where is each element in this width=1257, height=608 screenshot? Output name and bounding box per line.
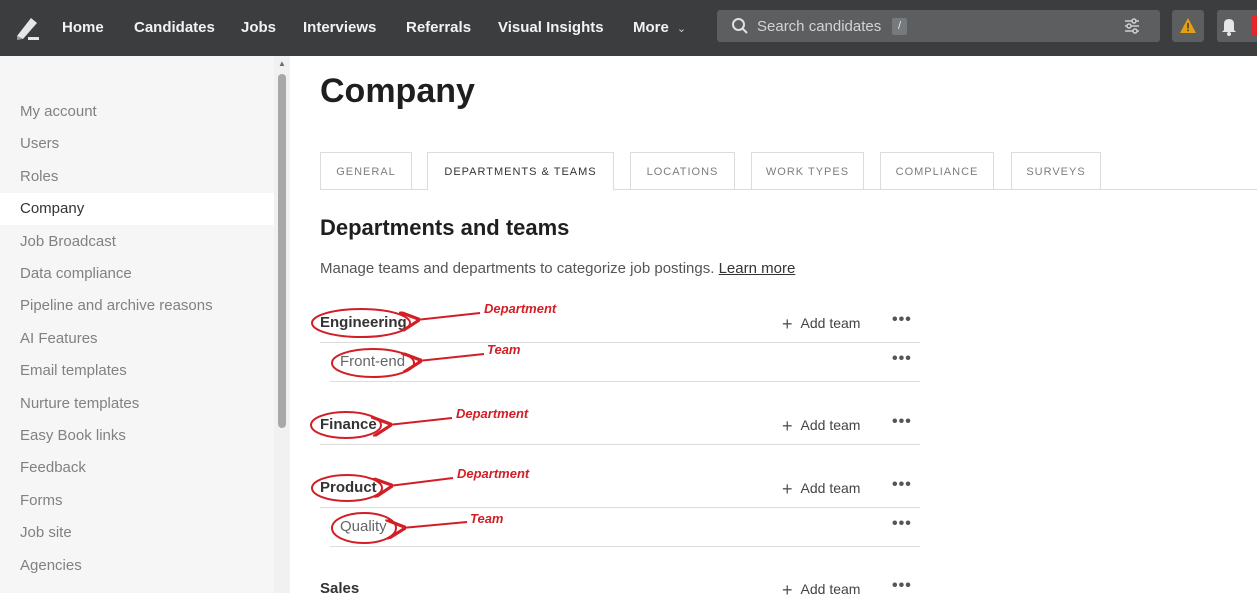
page-title: Company <box>320 72 475 110</box>
sidebar-item-company[interactable]: Company <box>0 193 274 225</box>
sidebar-item-agencies[interactable]: Agencies <box>0 550 274 582</box>
annotation-label-department: Department <box>484 301 557 316</box>
learn-more-link[interactable]: Learn more <box>719 260 796 277</box>
department-name: Finance <box>320 416 377 433</box>
tab-locations[interactable]: LOCATIONS <box>630 152 735 190</box>
more-options-icon[interactable]: ••• <box>892 311 912 329</box>
tab-general[interactable]: GENERAL <box>320 152 412 190</box>
department-row: Sales + Add team ••• <box>320 568 920 608</box>
sidebar-item-data-compliance[interactable]: Data compliance <box>0 258 274 290</box>
tab-surveys[interactable]: SURVEYS <box>1011 152 1101 190</box>
more-options-icon[interactable]: ••• <box>892 577 912 595</box>
more-options-icon[interactable]: ••• <box>892 476 912 494</box>
search-shortcut-key: / <box>892 18 907 35</box>
department-row: Product + Add team ••• <box>320 468 920 508</box>
sidebar-item-roles[interactable]: Roles <box>0 161 274 193</box>
notification-badge <box>1251 16 1257 36</box>
top-navigation-bar: Home Candidates Jobs Interviews Referral… <box>0 0 1257 56</box>
settings-sidebar: My account Users Roles Company Job Broad… <box>0 56 290 593</box>
add-team-button[interactable]: + Add team <box>782 314 860 335</box>
annotation-label-team: Team <box>470 511 504 526</box>
filter-icon[interactable] <box>1123 17 1141 35</box>
tab-work-types[interactable]: WORK TYPES <box>751 152 864 190</box>
more-options-icon[interactable]: ••• <box>892 350 912 368</box>
add-team-label: Add team <box>800 581 861 597</box>
search-input[interactable] <box>757 14 1117 38</box>
tab-compliance[interactable]: COMPLIANCE <box>880 152 994 190</box>
plus-icon: + <box>782 580 793 600</box>
nav-more-label: More <box>633 19 669 36</box>
nav-referrals[interactable]: Referrals <box>406 0 471 56</box>
nav-visual-insights[interactable]: Visual Insights <box>498 0 604 56</box>
add-team-label: Add team <box>800 480 861 496</box>
team-row: Front-end ••• <box>330 342 920 382</box>
logo-icon[interactable] <box>14 15 40 41</box>
more-options-icon[interactable]: ••• <box>892 515 912 533</box>
nav-jobs[interactable]: Jobs <box>241 0 276 56</box>
department-row: Engineering + Add team ••• <box>320 303 920 343</box>
sidebar-scroll-thumb[interactable] <box>278 74 286 428</box>
department-name: Engineering <box>320 314 407 331</box>
sidebar-item-forms[interactable]: Forms <box>0 485 274 517</box>
team-row: Quality ••• <box>330 507 920 547</box>
chevron-down-icon: ⌄ <box>676 23 687 35</box>
plus-icon: + <box>782 416 793 436</box>
section-description-text: Manage teams and departments to categori… <box>320 260 715 277</box>
scroll-up-arrow-icon[interactable]: ▲ <box>278 59 286 68</box>
department-name: Product <box>320 479 377 496</box>
search-bar[interactable]: / <box>717 10 1160 42</box>
section-description: Manage teams and departments to categori… <box>320 260 795 277</box>
team-name: Front-end <box>340 353 406 370</box>
sidebar-item-job-site[interactable]: Job site <box>0 517 274 549</box>
add-team-label: Add team <box>800 315 861 331</box>
more-options-icon[interactable]: ••• <box>892 413 912 431</box>
nav-candidates[interactable]: Candidates <box>134 0 215 56</box>
nav-interviews[interactable]: Interviews <box>303 0 376 56</box>
nav-home[interactable]: Home <box>62 0 104 56</box>
sidebar-item-pipeline-archive-reasons[interactable]: Pipeline and archive reasons <box>0 290 274 322</box>
warning-button[interactable] <box>1172 10 1204 42</box>
search-icon <box>732 18 748 34</box>
add-team-button[interactable]: + Add team <box>782 580 860 601</box>
sidebar-item-nurture-templates[interactable]: Nurture templates <box>0 388 274 420</box>
nav-more[interactable]: More ⌄ <box>633 0 686 56</box>
annotation-label-team: Team <box>487 342 521 357</box>
sidebar-item-feedback[interactable]: Feedback <box>0 452 274 484</box>
sidebar-item-my-account[interactable]: My account <box>0 96 274 128</box>
add-team-button[interactable]: + Add team <box>782 416 860 437</box>
tab-departments-teams[interactable]: DEPARTMENTS & TEAMS <box>427 152 614 191</box>
sidebar-item-easy-book-links[interactable]: Easy Book links <box>0 420 274 452</box>
warning-icon <box>1180 18 1196 33</box>
team-name: Quality <box>340 518 387 535</box>
plus-icon: + <box>782 314 793 334</box>
section-title: Departments and teams <box>320 215 570 240</box>
annotation-label-department: Department <box>456 406 529 421</box>
sidebar-item-job-broadcast[interactable]: Job Broadcast <box>0 226 274 258</box>
bell-icon <box>1222 19 1236 36</box>
department-name: Sales <box>320 580 360 597</box>
sidebar-item-ai-features[interactable]: AI Features <box>0 323 274 355</box>
annotation-label-department: Department <box>457 466 530 481</box>
plus-icon: + <box>782 479 793 499</box>
sidebar-item-email-templates[interactable]: Email templates <box>0 355 274 387</box>
sidebar-item-users[interactable]: Users <box>0 128 274 160</box>
department-row: Finance + Add team ••• <box>320 405 920 445</box>
add-team-label: Add team <box>800 417 861 433</box>
add-team-button[interactable]: + Add team <box>782 479 860 500</box>
